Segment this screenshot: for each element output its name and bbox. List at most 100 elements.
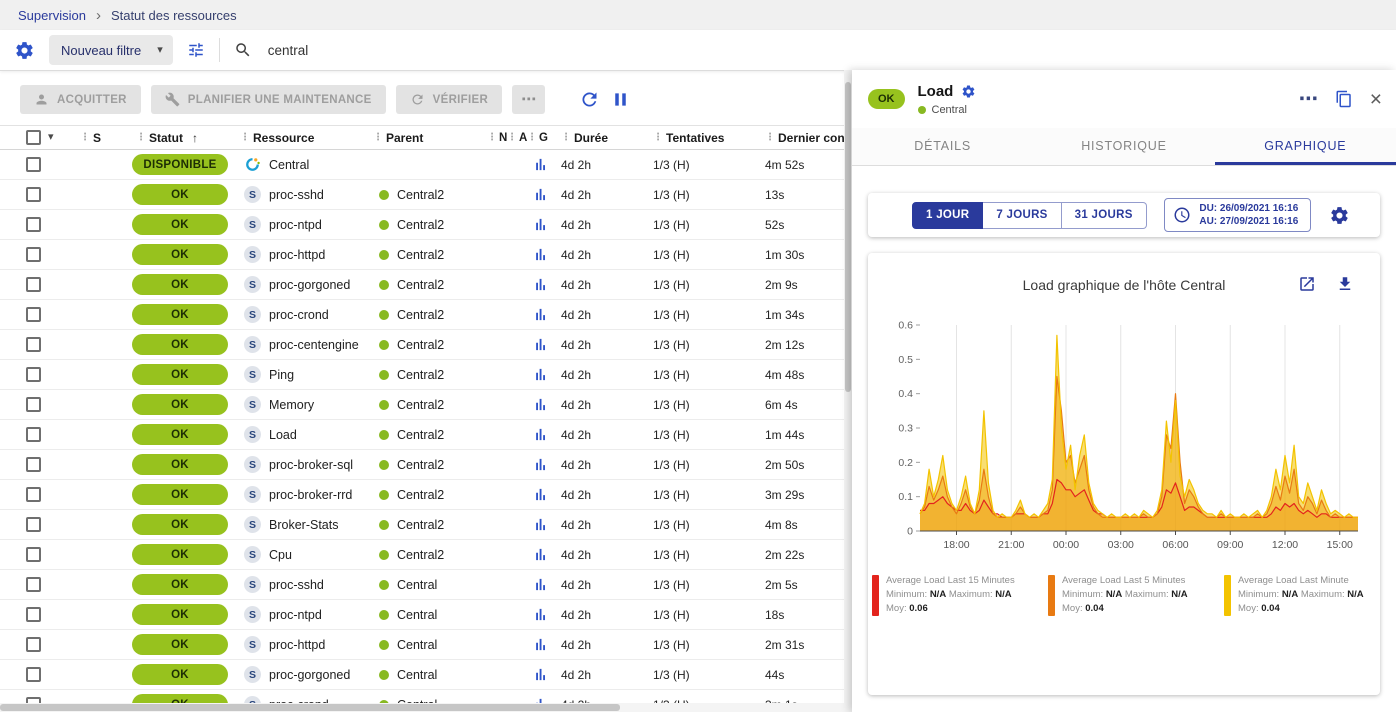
row-checkbox[interactable]: [26, 667, 41, 682]
resource-name[interactable]: proc-gorgoned: [269, 668, 350, 682]
drag-handle-icon[interactable]: ⋮: [527, 133, 537, 143]
resource-name[interactable]: proc-sshd: [269, 578, 324, 592]
row-checkbox[interactable]: [26, 337, 41, 352]
parent-name[interactable]: Central2: [397, 308, 444, 322]
table-row[interactable]: OK S proc-ntpd Central2 4d 2h 1/3 (H) 52…: [0, 210, 852, 240]
resource-name[interactable]: proc-broker-sql: [269, 458, 353, 472]
col-duration-header[interactable]: Durée: [574, 131, 608, 145]
close-panel-icon[interactable]: ×: [1370, 89, 1382, 110]
table-row[interactable]: OK S proc-crond Central2 4d 2h 1/3 (H) 1…: [0, 300, 852, 330]
table-row[interactable]: OK S Load Central2 4d 2h 1/3 (H) 1m 44s: [0, 420, 852, 450]
parent-name[interactable]: Central2: [397, 428, 444, 442]
period-31days-button[interactable]: 31 JOURS: [1062, 202, 1147, 229]
tab-graph[interactable]: GRAPHIQUE: [1215, 128, 1396, 165]
col-a-header[interactable]: A: [519, 132, 527, 144]
parent-name[interactable]: Central2: [397, 518, 444, 532]
resource-name[interactable]: proc-httpd: [269, 638, 325, 652]
table-row[interactable]: OK S proc-ntpd Central 4d 2h 1/3 (H) 18s: [0, 600, 852, 630]
open-in-new-icon[interactable]: [1298, 275, 1316, 293]
search-input[interactable]: [266, 42, 910, 59]
resource-name[interactable]: proc-ntpd: [269, 608, 322, 622]
graph-icon[interactable]: [533, 637, 548, 652]
drag-handle-icon[interactable]: ⋮: [507, 133, 517, 143]
table-row[interactable]: OK S proc-httpd Central2 4d 2h 1/3 (H) 1…: [0, 240, 852, 270]
table-row[interactable]: OK S proc-broker-rrd Central2 4d 2h 1/3 …: [0, 480, 852, 510]
graph-icon[interactable]: [533, 187, 548, 202]
row-checkbox[interactable]: [26, 307, 41, 322]
resource-name[interactable]: Central: [269, 158, 309, 172]
download-icon[interactable]: [1336, 275, 1354, 293]
select-all-caret-icon[interactable]: ▾: [48, 132, 54, 143]
resource-name[interactable]: Cpu: [269, 548, 292, 562]
resource-name[interactable]: proc-ntpd: [269, 218, 322, 232]
sort-asc-icon[interactable]: ↑: [192, 131, 198, 145]
tab-details[interactable]: DÉTAILS: [852, 128, 1033, 165]
table-row[interactable]: OK S Memory Central2 4d 2h 1/3 (H) 6m 4s: [0, 390, 852, 420]
graph-icon[interactable]: [533, 457, 548, 472]
panel-more-icon[interactable]: ⋯: [1299, 90, 1318, 109]
graph-icon[interactable]: [533, 607, 548, 622]
horizontal-scrollbar-thumb[interactable]: [0, 704, 620, 711]
table-row[interactable]: OK S Ping Central2 4d 2h 1/3 (H) 4m 48s: [0, 360, 852, 390]
maintenance-button[interactable]: PLANIFIER UNE MAINTENANCE: [151, 85, 386, 114]
drag-handle-icon[interactable]: ⋮: [561, 133, 571, 143]
row-checkbox[interactable]: [26, 187, 41, 202]
resource-name[interactable]: Broker-Stats: [269, 518, 338, 532]
parent-name[interactable]: Central2: [397, 188, 444, 202]
vertical-scrollbar[interactable]: [844, 70, 852, 712]
graph-icon[interactable]: [533, 217, 548, 232]
row-checkbox[interactable]: [26, 427, 41, 442]
table-row[interactable]: OK S proc-sshd Central2 4d 2h 1/3 (H) 13…: [0, 180, 852, 210]
row-checkbox[interactable]: [26, 517, 41, 532]
drag-handle-icon[interactable]: ⋮: [240, 133, 250, 143]
row-checkbox[interactable]: [26, 397, 41, 412]
drag-handle-icon[interactable]: ⋮: [653, 133, 663, 143]
check-button[interactable]: VÉRIFIER: [396, 85, 502, 114]
graph-icon[interactable]: [533, 307, 548, 322]
col-severity-header[interactable]: S: [93, 131, 101, 145]
parent-name[interactable]: Central2: [397, 398, 444, 412]
graph-icon[interactable]: [533, 427, 548, 442]
row-checkbox[interactable]: [26, 547, 41, 562]
graph-icon[interactable]: [533, 157, 548, 172]
parent-name[interactable]: Central2: [397, 458, 444, 472]
legend-item[interactable]: Average Load Last 5 Minutes Minimum: N/A…: [1048, 575, 1220, 616]
load-chart[interactable]: 00.10.20.30.40.50.618:0021:0000:0003:000…: [874, 317, 1374, 567]
graph-settings-gear-icon[interactable]: [1329, 205, 1350, 226]
parent-name[interactable]: Central2: [397, 248, 444, 262]
resource-name[interactable]: proc-gorgoned: [269, 278, 350, 292]
parent-name[interactable]: Central2: [397, 368, 444, 382]
col-status-header[interactable]: Statut: [149, 131, 183, 145]
parent-name[interactable]: Central2: [397, 338, 444, 352]
graph-icon[interactable]: [533, 397, 548, 412]
drag-handle-icon[interactable]: ⋮: [136, 133, 146, 143]
table-row[interactable]: OK S Cpu Central2 4d 2h 1/3 (H) 2m 22s: [0, 540, 852, 570]
graph-icon[interactable]: [533, 667, 548, 682]
graph-icon[interactable]: [533, 247, 548, 262]
drag-handle-icon[interactable]: ⋮: [487, 133, 497, 143]
legend-item[interactable]: Average Load Last Minute Minimum: N/A Ma…: [1224, 575, 1396, 616]
row-checkbox[interactable]: [26, 247, 41, 262]
copy-link-icon[interactable]: [1335, 90, 1353, 108]
resource-name[interactable]: Memory: [269, 398, 314, 412]
resource-name[interactable]: Ping: [269, 368, 294, 382]
acknowledge-button[interactable]: ACQUITTER: [20, 85, 141, 114]
table-row[interactable]: OK S proc-httpd Central 4d 2h 1/3 (H) 2m…: [0, 630, 852, 660]
vertical-scrollbar-thumb[interactable]: [845, 82, 851, 392]
col-last-check-header[interactable]: Dernier contrôle: [778, 131, 852, 145]
graph-icon[interactable]: [533, 487, 548, 502]
resource-name[interactable]: proc-crond: [269, 308, 329, 322]
graph-icon[interactable]: [533, 517, 548, 532]
table-row[interactable]: OK S proc-gorgoned Central 4d 2h 1/3 (H)…: [0, 660, 852, 690]
resource-name[interactable]: proc-httpd: [269, 248, 325, 262]
more-actions-button[interactable]: ⋯: [512, 85, 545, 114]
filter-preset-select[interactable]: Nouveau filtre ▾: [49, 35, 173, 65]
row-checkbox[interactable]: [26, 367, 41, 382]
refresh-icon[interactable]: [579, 89, 600, 110]
col-g-header[interactable]: G: [539, 132, 548, 144]
graph-icon[interactable]: [533, 577, 548, 592]
col-tries-header[interactable]: Tentatives: [666, 131, 724, 145]
parent-name[interactable]: Central: [397, 638, 437, 652]
drag-handle-icon[interactable]: ⋮: [80, 133, 90, 143]
legend-item[interactable]: Average Load Last 15 Minutes Minimum: N/…: [872, 575, 1044, 616]
